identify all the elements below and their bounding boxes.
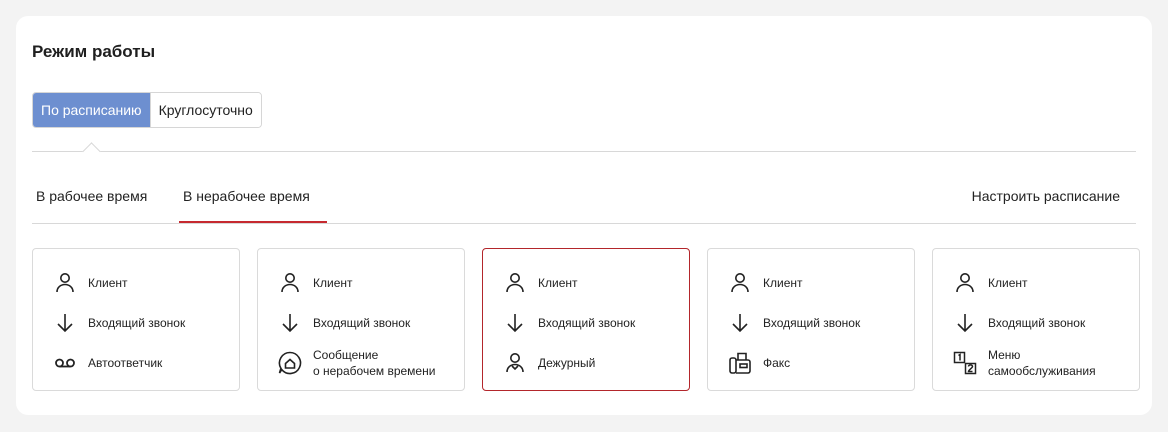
fax-icon (727, 350, 753, 376)
arrow-down-icon (52, 310, 78, 336)
target-label: Меню самообслуживания (988, 348, 1096, 378)
call-label: Входящий звонок (763, 316, 861, 330)
target-row: Меню самообслуживания (933, 343, 1139, 383)
mode-option-24h[interactable]: Круглосуточно (149, 93, 261, 127)
target-label: Дежурный (538, 356, 596, 370)
message-home-icon (277, 350, 303, 376)
divider (32, 151, 1136, 152)
client-row: Клиент (33, 263, 239, 303)
call-label: Входящий звонок (88, 316, 186, 330)
work-mode-panel: Режим работы По расписанию Круглосуточно… (16, 16, 1152, 415)
routing-card-voicemail[interactable]: Клиент Входящий звонок Автоответчик (32, 248, 240, 391)
routing-card-ivr[interactable]: Клиент Входящий звонок Меню самообслужива… (932, 248, 1140, 391)
client-icon (52, 270, 78, 296)
client-label: Клиент (313, 276, 353, 290)
voicemail-icon (52, 350, 78, 376)
target-row: Факс (708, 343, 914, 383)
client-label: Клиент (763, 276, 803, 290)
target-label: Сообщение о нерабочем времени (313, 348, 436, 378)
client-row: Клиент (483, 263, 689, 303)
arrow-down-icon (952, 310, 978, 336)
client-icon (727, 270, 753, 296)
configure-schedule-link[interactable]: Настроить расписание (972, 168, 1120, 223)
target-row: Автоответчик (33, 343, 239, 383)
routing-cards: Клиент Входящий звонок Автоответчик Клие… (32, 248, 1140, 391)
target-row: Дежурный (483, 343, 689, 383)
routing-card-message[interactable]: Клиент Входящий звонок Сообщение о нерабо… (257, 248, 465, 391)
client-row: Клиент (708, 263, 914, 303)
tab-working-hours[interactable]: В рабочее время (36, 168, 147, 223)
routing-card-fax[interactable]: Клиент Входящий звонок Факс (707, 248, 915, 391)
duty-operator-icon (502, 350, 528, 376)
tab-non-working-hours[interactable]: В нерабочее время (179, 168, 327, 223)
arrow-down-icon (277, 310, 303, 336)
arrow-down-icon (727, 310, 753, 336)
call-row: Входящий звонок (483, 303, 689, 343)
call-row: Входящий звонок (708, 303, 914, 343)
target-row: Сообщение о нерабочем времени (258, 343, 464, 383)
call-label: Входящий звонок (538, 316, 636, 330)
call-row: Входящий звонок (933, 303, 1139, 343)
target-label: Автоответчик (88, 356, 163, 370)
schedule-tabs: В рабочее время В нерабочее время Настро… (32, 168, 1136, 224)
target-label: Факс (763, 356, 791, 370)
client-icon (502, 270, 528, 296)
client-label: Клиент (538, 276, 578, 290)
call-label: Входящий звонок (988, 316, 1086, 330)
selection-pointer (82, 142, 101, 161)
divider (32, 223, 1136, 224)
client-row: Клиент (933, 263, 1139, 303)
client-icon (277, 270, 303, 296)
self-service-menu-icon (952, 350, 978, 376)
call-row: Входящий звонок (258, 303, 464, 343)
mode-switch: По расписанию Круглосуточно (32, 92, 262, 128)
client-icon (952, 270, 978, 296)
call-row: Входящий звонок (33, 303, 239, 343)
client-label: Клиент (988, 276, 1028, 290)
call-label: Входящий звонок (313, 316, 411, 330)
mode-option-schedule[interactable]: По расписанию (33, 93, 150, 127)
client-row: Клиент (258, 263, 464, 303)
client-label: Клиент (88, 276, 128, 290)
routing-card-duty[interactable]: Клиент Входящий звонок Дежурный (482, 248, 690, 391)
arrow-down-icon (502, 310, 528, 336)
page-title: Режим работы (32, 42, 156, 61)
